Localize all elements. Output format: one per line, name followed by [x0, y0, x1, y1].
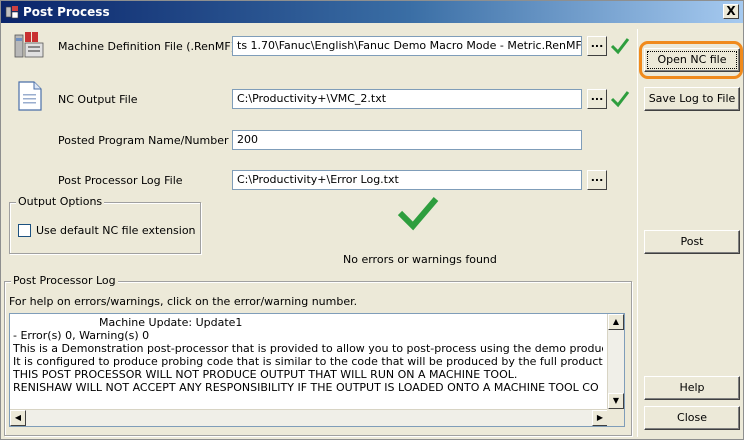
log-textarea[interactable]: Machine Update: Update1 - Error(s) 0, Wa… [9, 313, 625, 427]
scroll-left-arrow-icon[interactable]: ◀ [10, 410, 26, 426]
use-default-ext-label[interactable]: Use default NC file extension [36, 224, 196, 237]
nc-output-check-icon [610, 91, 630, 108]
machine-def-field[interactable]: ts 1.70\Fanuc\English\Fanuc Demo Macro M… [232, 36, 582, 56]
machine-icon [14, 32, 44, 58]
program-name-field[interactable]: 200 [232, 130, 582, 150]
window-title: Post Process [23, 5, 110, 19]
log-help-text: For help on errors/warnings, click on th… [9, 295, 358, 308]
log-file-label: Post Processor Log File [58, 174, 183, 187]
log-text: Machine Update: Update1 - Error(s) 0, Wa… [13, 316, 603, 394]
nc-output-browse-button[interactable]: ... [587, 89, 607, 109]
vertical-scrollbar[interactable]: ▲ ▼ [607, 314, 624, 409]
log-line: It is configured to produce probing code… [13, 355, 603, 368]
program-name-label: Posted Program Name/Number [58, 134, 229, 147]
machine-def-browse-button[interactable]: ... [587, 36, 607, 56]
output-options-group: Output Options Use default NC file exten… [9, 195, 201, 254]
machine-def-label: Machine Definition File (.RenMF) [58, 40, 235, 53]
horizontal-scrollbar[interactable]: ◀ ▶ [10, 409, 608, 426]
nc-file-icon [18, 81, 42, 111]
app-icon [5, 6, 19, 19]
output-options-legend: Output Options [16, 195, 105, 208]
log-line: RENISHAW WILL NOT ACCEPT ANY RESPONSIBIL… [13, 381, 599, 394]
log-line: THIS POST PROCESSOR WILL NOT PRODUCE OUT… [13, 368, 518, 381]
nc-output-label: NC Output File [58, 93, 138, 106]
status-check-icon [397, 197, 439, 231]
title-bar[interactable]: Post Process X [1, 1, 743, 23]
close-button[interactable]: Close [644, 406, 740, 430]
log-file-browse-button[interactable]: ... [587, 170, 607, 190]
open-nc-button[interactable]: Open NC file [644, 48, 740, 72]
machine-def-check-icon [610, 38, 630, 55]
log-file-field[interactable]: C:\Productivity+\Error Log.txt [232, 170, 582, 190]
post-button[interactable]: Post [644, 230, 740, 254]
use-default-ext-checkbox[interactable] [18, 224, 31, 237]
nc-output-field[interactable]: C:\Productivity+\VMC_2.txt [232, 89, 582, 109]
log-line: This is a Demonstration post-processor t… [13, 342, 603, 355]
log-line: Machine Update: Update1 [99, 316, 243, 329]
status-message: No errors or warnings found [343, 253, 497, 266]
post-process-window: Post Process X Machine Definition File (… [0, 0, 744, 440]
scroll-corner [607, 409, 624, 426]
scroll-down-arrow-icon[interactable]: ▼ [608, 393, 624, 409]
scroll-up-arrow-icon[interactable]: ▲ [608, 314, 624, 330]
close-window-button[interactable]: X [723, 4, 739, 19]
help-button[interactable]: Help [644, 376, 740, 400]
save-log-button[interactable]: Save Log to File [644, 87, 740, 111]
log-legend: Post Processor Log [11, 274, 118, 287]
scroll-right-arrow-icon[interactable]: ▶ [592, 410, 608, 426]
log-line: - Error(s) 0, Warning(s) 0 [13, 329, 150, 342]
